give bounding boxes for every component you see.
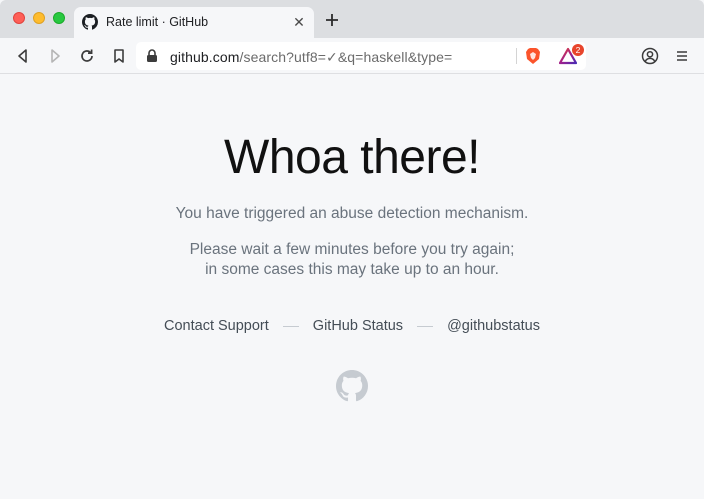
- brave-lion-icon[interactable]: [525, 47, 541, 65]
- link-separator: [282, 325, 299, 327]
- githubstatus-twitter-link[interactable]: @githubstatus: [447, 318, 540, 334]
- wait-message: Please wait a few minutes before you try…: [0, 240, 704, 280]
- address-bar-divider: [516, 48, 517, 64]
- tab-strip: Rate limit · GitHub ✕: [0, 0, 704, 38]
- github-octocat-icon: [82, 14, 98, 30]
- github-status-link[interactable]: GitHub Status: [313, 318, 403, 334]
- plus-icon[interactable]: [324, 12, 340, 28]
- url-text[interactable]: github.com/search?utf8=✓&q=haskell&type=: [170, 49, 452, 66]
- maximize-window-button[interactable]: [53, 12, 65, 24]
- close-window-button[interactable]: [13, 12, 25, 24]
- back-arrow-icon[interactable]: [14, 47, 32, 65]
- browser-toolbar: github.com/search?utf8=✓&q=haskell&type=…: [0, 38, 704, 74]
- tab-title: Rate limit · GitHub: [106, 15, 209, 29]
- rewards-badge: 2: [572, 44, 584, 56]
- address-bar[interactable]: github.com/search?utf8=✓&q=haskell&type=…: [136, 42, 586, 70]
- close-icon[interactable]: ✕: [292, 15, 306, 29]
- page-content: Whoa there! You have triggered an abuse …: [0, 75, 704, 499]
- page-title: Whoa there!: [224, 131, 480, 184]
- reload-icon[interactable]: [78, 47, 96, 65]
- lock-icon: [147, 49, 157, 62]
- tab-rate-limit[interactable]: Rate limit · GitHub ✕: [74, 7, 314, 38]
- url-host: github.com: [170, 49, 240, 65]
- url-path: /search?utf8=✓&q=haskell&type=: [239, 49, 453, 65]
- wait-message-line1: Please wait a few minutes before you try…: [189, 241, 515, 258]
- forward-arrow-icon[interactable]: [46, 47, 64, 65]
- github-octocat-icon[interactable]: [336, 370, 368, 402]
- browser-window: Rate limit · GitHub ✕ github.com/search?…: [0, 0, 704, 499]
- bookmark-icon[interactable]: [110, 47, 128, 65]
- footer-links: Contact Support GitHub Status @githubsta…: [0, 318, 704, 334]
- link-separator: [417, 325, 434, 327]
- minimize-window-button[interactable]: [33, 12, 45, 24]
- contact-support-link[interactable]: Contact Support: [164, 318, 269, 334]
- hamburger-menu-icon[interactable]: [673, 47, 691, 65]
- profile-icon[interactable]: [641, 47, 659, 65]
- wait-message-line2: in some cases this may take up to an hou…: [205, 261, 499, 278]
- abuse-message: You have triggered an abuse detection me…: [175, 205, 529, 222]
